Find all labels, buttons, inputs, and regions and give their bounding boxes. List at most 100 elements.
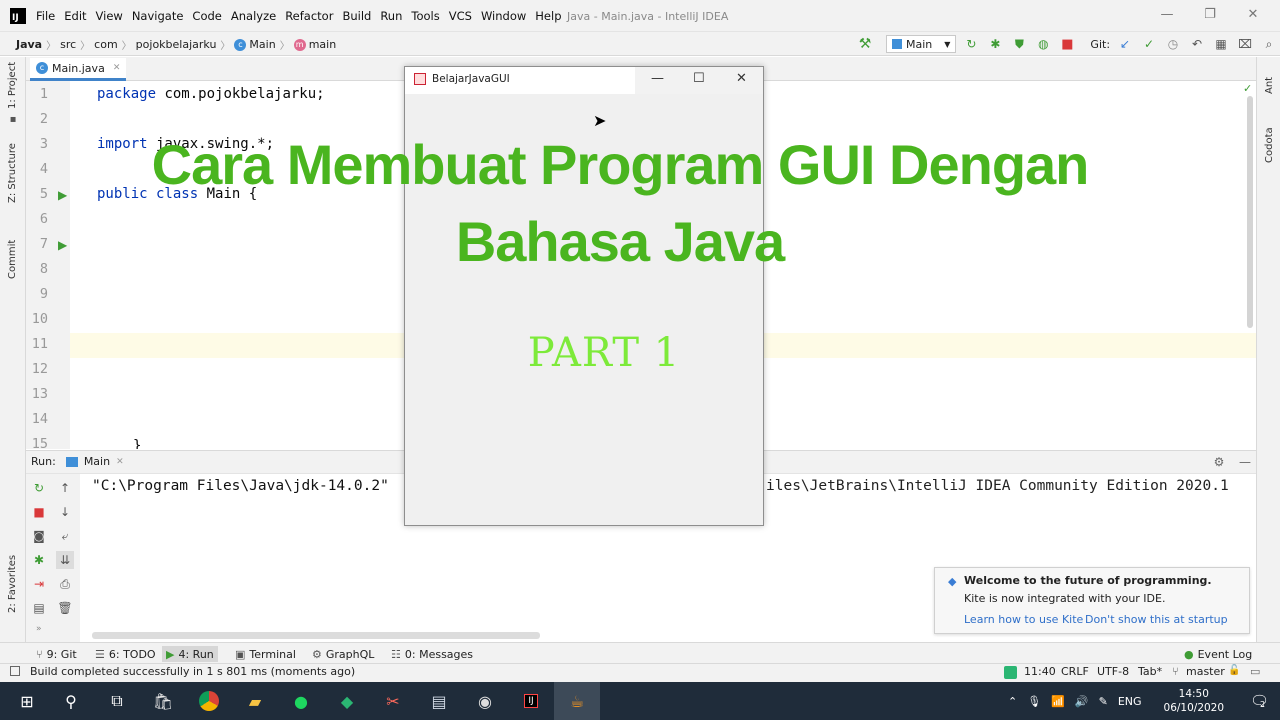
terminal-icon[interactable]: ⌧ bbox=[1236, 35, 1254, 53]
restore-icon[interactable]: ❐ bbox=[1203, 8, 1217, 22]
code-line-1[interactable]: package com.pojokbelajarku; bbox=[97, 86, 325, 102]
indent-setting[interactable]: Tab* bbox=[1138, 665, 1162, 678]
network-icon[interactable]: 📶 bbox=[1051, 695, 1065, 708]
task-view-icon[interactable]: ⧉ bbox=[94, 682, 140, 720]
exit-icon[interactable]: ⇥ bbox=[30, 575, 48, 593]
scroll-down-icon[interactable]: ↓ bbox=[56, 503, 74, 521]
console-output[interactable]: "C:\Program Files\Java\jdk-14.0.2" bbox=[92, 478, 389, 494]
git-history-icon[interactable]: ◷ bbox=[1164, 35, 1182, 53]
tool-run[interactable]: ▶ 4: Run bbox=[162, 646, 218, 662]
camera-icon[interactable]: ◙ bbox=[30, 527, 48, 545]
console-output-continued[interactable]: iles\JetBrains\IntelliJ IDEA Community E… bbox=[766, 478, 1256, 494]
tool-git[interactable]: ⑂ 9: Git bbox=[32, 646, 81, 662]
java-app-taskbar-icon[interactable]: ☕ bbox=[554, 682, 600, 720]
menu-window[interactable]: Window bbox=[481, 9, 526, 23]
menu-view[interactable]: View bbox=[96, 9, 123, 23]
tool-terminal[interactable]: ▣ Terminal bbox=[231, 646, 300, 662]
git-commit-icon[interactable]: ✓ bbox=[1140, 35, 1158, 53]
language-indicator[interactable]: ENG bbox=[1118, 695, 1142, 708]
status-message[interactable]: Build completed successfully in 1 s 801 … bbox=[30, 665, 355, 678]
run-tab-close-icon[interactable]: ✕ bbox=[116, 457, 124, 467]
microphone-icon[interactable]: 🎙 bbox=[1027, 695, 1041, 708]
run-tab-main[interactable]: Main bbox=[84, 455, 110, 468]
file-encoding[interactable]: UTF-8 bbox=[1097, 665, 1129, 678]
menu-run[interactable]: Run bbox=[380, 9, 402, 23]
build-hammer-icon[interactable]: ⚒ bbox=[856, 35, 874, 53]
menu-tools[interactable]: Tools bbox=[411, 9, 439, 23]
favorites-tool-button[interactable]: 2: Favorites bbox=[7, 555, 18, 613]
stop-icon[interactable]: ■ bbox=[30, 503, 48, 521]
tool-graphql[interactable]: ⚙ GraphQL bbox=[308, 646, 378, 662]
notification-center-icon[interactable]: 🗨 2 bbox=[1250, 692, 1269, 710]
code-line-15[interactable]: } bbox=[133, 438, 141, 449]
clock[interactable]: 14:50 06/10/2020 bbox=[1164, 687, 1225, 715]
status-toggle-icon[interactable] bbox=[10, 666, 20, 676]
tool-event-log[interactable]: ● Event Log bbox=[1180, 646, 1256, 662]
obs-icon[interactable]: ◉ bbox=[462, 682, 508, 720]
dont-show-link[interactable]: Don't show this at startup bbox=[1085, 613, 1228, 626]
learn-kite-link[interactable]: Learn how to use Kite bbox=[964, 613, 1083, 626]
menu-refactor[interactable]: Refactor bbox=[285, 9, 333, 23]
tray-expand-icon[interactable]: ⌃ bbox=[1008, 695, 1017, 708]
crumb-package[interactable]: pojokbelajarku bbox=[136, 38, 217, 51]
inspection-ok-icon[interactable]: ✓ bbox=[1243, 82, 1252, 95]
ant-tool-button[interactable]: Ant bbox=[1264, 77, 1275, 94]
file-explorer-icon[interactable]: ▰ bbox=[232, 682, 278, 720]
close-icon[interactable]: ✕ bbox=[1246, 8, 1260, 22]
project-tool-button[interactable]: 1: Project bbox=[7, 62, 18, 109]
kite-status-icon[interactable] bbox=[1004, 666, 1017, 679]
settings-gear-icon[interactable]: ⚙ bbox=[1210, 453, 1228, 471]
kite-notification[interactable]: ◆ Welcome to the future of programming. … bbox=[934, 567, 1250, 634]
tab-close-icon[interactable]: ✕ bbox=[113, 63, 121, 73]
menu-file[interactable]: File bbox=[36, 9, 55, 23]
line-separator[interactable]: CRLF bbox=[1061, 665, 1089, 678]
print-icon[interactable]: ⎙ bbox=[56, 575, 74, 593]
git-update-icon[interactable]: ↙ bbox=[1116, 35, 1134, 53]
debug-icon[interactable]: ✱ bbox=[986, 35, 1004, 53]
chrome-icon[interactable] bbox=[186, 682, 232, 720]
minimize-icon[interactable]: — bbox=[1160, 8, 1174, 22]
git-branch[interactable]: master bbox=[1186, 665, 1225, 678]
menu-navigate[interactable]: Navigate bbox=[132, 9, 184, 23]
search-icon[interactable]: ⚲ bbox=[48, 682, 94, 720]
more-icon[interactable]: » bbox=[36, 624, 42, 634]
photos-icon[interactable]: ▤ bbox=[416, 682, 462, 720]
profile-icon[interactable]: ◍ bbox=[1034, 35, 1052, 53]
project-structure-icon[interactable]: ▦ bbox=[1212, 35, 1230, 53]
menu-analyze[interactable]: Analyze bbox=[231, 9, 276, 23]
trash-icon[interactable]: 🗑 bbox=[56, 599, 74, 617]
stop-icon[interactable]: ■ bbox=[1058, 35, 1076, 53]
kite-taskbar-icon[interactable]: ◆ bbox=[324, 682, 370, 720]
crumb-com[interactable]: com bbox=[94, 38, 118, 51]
volume-icon[interactable]: 🔊 bbox=[1075, 695, 1089, 708]
menu-edit[interactable]: Edit bbox=[64, 9, 86, 23]
tool-messages[interactable]: ☷ 0: Messages bbox=[387, 646, 477, 662]
search-icon[interactable]: ⌕ bbox=[1260, 35, 1278, 53]
intellij-taskbar-icon[interactable]: IJ bbox=[508, 682, 554, 720]
rerun-icon[interactable]: ↻ bbox=[962, 35, 980, 53]
snip-tool-icon[interactable]: ✂ bbox=[370, 682, 416, 720]
tool-todo[interactable]: ☰ 6: TODO bbox=[91, 646, 160, 662]
gui-window-titlebar[interactable]: BelajarJavaGUI — ☐ ✕ bbox=[405, 67, 763, 94]
menu-build[interactable]: Build bbox=[342, 9, 371, 23]
debug-icon[interactable]: ✱ bbox=[30, 551, 48, 569]
crumb-method[interactable]: main bbox=[309, 38, 336, 51]
crumb-class[interactable]: Main bbox=[249, 38, 275, 51]
codota-tool-button[interactable]: Codota bbox=[1264, 127, 1275, 163]
run-config-select[interactable]: Main ▼ bbox=[886, 35, 957, 53]
menu-help[interactable]: Help bbox=[535, 9, 561, 23]
soft-wrap-icon[interactable]: ⤶ bbox=[56, 527, 74, 545]
memory-indicator-icon[interactable]: ▭ bbox=[1250, 665, 1260, 678]
gui-maximize-icon[interactable]: ☐ bbox=[693, 71, 705, 86]
crumb-project[interactable]: Java bbox=[16, 38, 42, 51]
hide-panel-icon[interactable]: — bbox=[1236, 453, 1254, 471]
scroll-to-end-icon[interactable]: ⇊ bbox=[56, 551, 74, 569]
spotify-icon[interactable]: ● bbox=[278, 682, 324, 720]
rerun-icon[interactable]: ↻ bbox=[30, 479, 48, 497]
menu-vcs[interactable]: VCS bbox=[449, 9, 472, 23]
menu-code[interactable]: Code bbox=[192, 9, 221, 23]
gui-minimize-icon[interactable]: — bbox=[651, 71, 664, 86]
windows-start-icon[interactable]: ⊞ bbox=[4, 682, 50, 720]
coverage-icon[interactable]: ⛊ bbox=[1010, 35, 1028, 53]
scroll-up-icon[interactable]: ↑ bbox=[56, 479, 74, 497]
